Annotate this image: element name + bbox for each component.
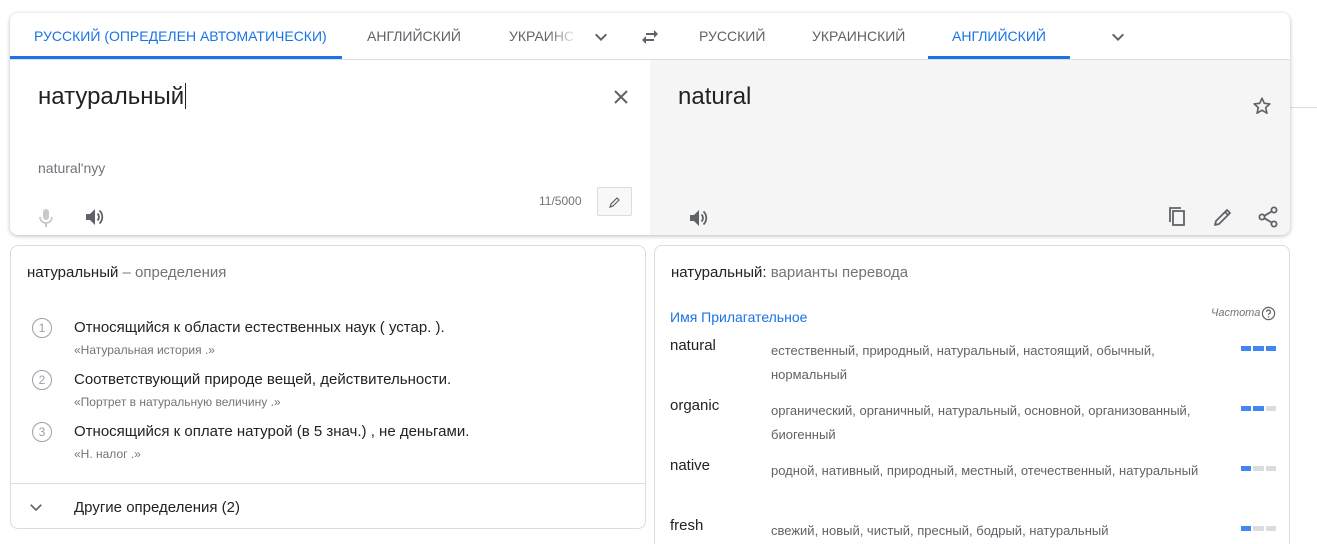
- definition-number: 3: [32, 422, 52, 442]
- pencil-icon: [608, 195, 622, 209]
- copy-icon[interactable]: [1165, 205, 1189, 229]
- translator-card: Русский (определен автоматически) Англий…: [10, 13, 1290, 235]
- translation-word[interactable]: native: [670, 457, 710, 474]
- translation-synonyms: естественный, природный, натуральный, на…: [771, 343, 1155, 382]
- text-caret: [185, 83, 187, 109]
- frequency-segment: [1265, 526, 1276, 531]
- frequency-segment: [1241, 346, 1252, 351]
- frequency-bar: [1241, 406, 1276, 411]
- translation-text: natural: [678, 83, 752, 110]
- target-pane: natural: [650, 60, 1290, 235]
- frequency-segment: [1253, 346, 1264, 351]
- speaker-icon[interactable]: [83, 205, 107, 229]
- chevron-down-icon[interactable]: [589, 25, 613, 49]
- tab-target-ukrainian[interactable]: Украинский: [812, 13, 905, 60]
- source-pane: натуральный natural'nyy 11/5000: [10, 60, 650, 235]
- definition-number: 2: [32, 370, 52, 390]
- frequency-segment: [1253, 526, 1264, 531]
- translations-title-word: натуральный:: [671, 264, 767, 281]
- tab-target-russian[interactable]: Русский: [699, 13, 765, 60]
- tab-target-english[interactable]: Английский: [952, 13, 1046, 60]
- definitions-title-word: натуральный: [27, 264, 119, 281]
- more-definitions-label: Другие определения (2): [74, 499, 240, 516]
- frequency-segment: [1265, 406, 1276, 411]
- chevron-down-icon: [27, 498, 45, 521]
- definition-example: «Натуральная история .»: [74, 343, 215, 357]
- tab-source-detected[interactable]: Русский (определен автоматически): [34, 13, 327, 60]
- swap-languages-icon[interactable]: [637, 25, 663, 49]
- frequency-segment: [1265, 346, 1276, 351]
- definitions-title: натуральный – определения: [27, 264, 226, 281]
- translations-title: натуральный: варианты перевода: [671, 264, 908, 281]
- translation-word[interactable]: fresh: [670, 517, 703, 534]
- source-textarea[interactable]: натуральный: [38, 83, 187, 111]
- character-counter: 11/5000: [539, 194, 582, 208]
- star-icon[interactable]: [1250, 94, 1274, 118]
- part-of-speech: Имя Прилагательное: [670, 309, 808, 325]
- frequency-bar: [1241, 526, 1276, 531]
- translation-word[interactable]: organic: [670, 397, 719, 414]
- frequency-label: Частота: [1211, 307, 1261, 319]
- translations-card: натуральный: варианты перевода Имя Прила…: [654, 245, 1290, 544]
- source-tab-underline: [10, 56, 342, 59]
- definition-example: «Н. налог .»: [74, 447, 141, 461]
- translation-word[interactable]: natural: [670, 337, 716, 354]
- frequency-segment: [1241, 406, 1252, 411]
- translation-synonyms: родной, нативный, природный, местный, от…: [771, 463, 1199, 478]
- transliteration: natural'nyy: [38, 160, 106, 176]
- definition-text: Относящийся к области естественных наук …: [74, 319, 445, 336]
- frequency-bar: [1241, 346, 1276, 351]
- speaker-icon[interactable]: [687, 206, 711, 230]
- definitions-card: натуральный – определения 1 Относящийся …: [10, 245, 646, 529]
- definition-number: 1: [32, 318, 52, 338]
- help-circle-icon[interactable]: [1261, 306, 1276, 326]
- definition-text: Относящийся к оплате натурой (в 5 знач.)…: [74, 423, 470, 440]
- page-divider: [1290, 107, 1317, 108]
- frequency-segment: [1241, 526, 1252, 531]
- chevron-down-icon[interactable]: [1106, 25, 1130, 49]
- source-text[interactable]: натуральный: [38, 83, 184, 110]
- tab-source-english[interactable]: Английский: [367, 13, 461, 60]
- definitions-title-suffix: – определения: [122, 264, 227, 281]
- translations-title-suffix: варианты перевода: [770, 264, 909, 281]
- frequency-segment: [1253, 406, 1264, 411]
- tab-fade: [548, 13, 578, 59]
- frequency-segment: [1253, 466, 1264, 471]
- edit-source-button[interactable]: [597, 187, 632, 216]
- language-tabbar: Русский (определен автоматически) Англий…: [10, 13, 1290, 60]
- definition-example: «Портрет в натуральную величину .»: [74, 395, 281, 409]
- translation-synonyms: органический, органичный, натуральный, о…: [771, 403, 1191, 442]
- definition-text: Соответствующий природе вещей, действите…: [74, 371, 452, 388]
- frequency-segment: [1241, 466, 1252, 471]
- pencil-icon[interactable]: [1211, 205, 1235, 229]
- target-tab-underline: [928, 56, 1070, 59]
- more-definitions-toggle[interactable]: Другие определения (2): [11, 483, 645, 528]
- microphone-icon[interactable]: [35, 206, 57, 230]
- frequency-segment: [1265, 466, 1276, 471]
- frequency-bar: [1241, 466, 1276, 471]
- share-icon[interactable]: [1256, 205, 1280, 229]
- translation-synonyms: свежий, новый, чистый, пресный, бодрый, …: [771, 523, 1109, 538]
- close-icon[interactable]: [609, 85, 633, 109]
